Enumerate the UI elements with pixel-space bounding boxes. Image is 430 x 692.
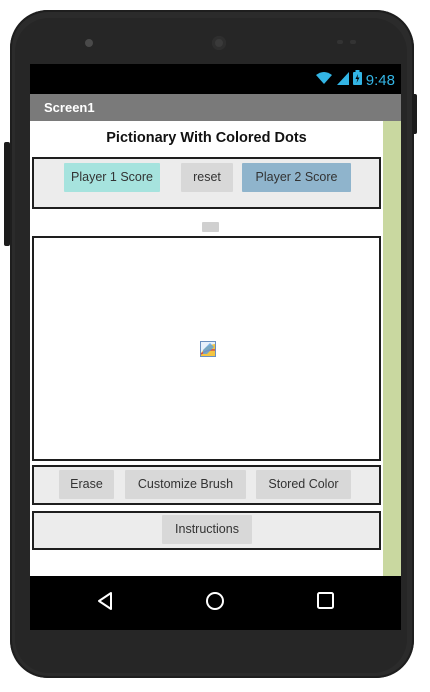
front-sensor-dot bbox=[85, 39, 93, 47]
canvas-image-icon bbox=[200, 341, 216, 357]
score-row: Player 1 Score reset Player 2 Score bbox=[32, 157, 381, 209]
home-icon[interactable] bbox=[205, 591, 225, 616]
navigation-bar bbox=[30, 576, 401, 630]
color-preview-canvas[interactable] bbox=[202, 222, 219, 232]
signal-icon bbox=[336, 71, 349, 90]
front-camera bbox=[212, 36, 226, 50]
back-icon[interactable] bbox=[96, 591, 114, 616]
stored-color-button[interactable]: Stored Color bbox=[256, 470, 351, 499]
recents-icon[interactable] bbox=[316, 591, 335, 615]
player1-score-button[interactable]: Player 1 Score bbox=[64, 163, 160, 192]
battery-icon bbox=[352, 70, 362, 90]
phone-side-button-right bbox=[412, 94, 417, 134]
instructions-row: Instructions bbox=[32, 511, 381, 550]
status-time: 9:48 bbox=[365, 71, 395, 89]
proximity-sensor bbox=[337, 40, 343, 44]
instructions-button[interactable]: Instructions bbox=[162, 515, 252, 544]
tool-row: Erase Customize Brush Stored Color bbox=[32, 465, 381, 505]
reset-button[interactable]: reset bbox=[181, 163, 233, 192]
light-sensor bbox=[350, 40, 356, 44]
app-title: Pictionary With Colored Dots bbox=[106, 130, 307, 146]
drawing-canvas[interactable] bbox=[32, 236, 381, 461]
erase-button[interactable]: Erase bbox=[59, 470, 114, 499]
customize-brush-button[interactable]: Customize Brush bbox=[125, 470, 246, 499]
phone-side-button-left bbox=[4, 142, 10, 246]
screen-title-bar: Screen1 bbox=[30, 94, 401, 121]
screen-right-bar bbox=[383, 121, 401, 576]
app-content: Pictionary With Colored Dots Player 1 Sc… bbox=[30, 121, 383, 576]
status-bar: 9:48 bbox=[30, 64, 401, 94]
device-screen: 9:48 Screen1 Pictionary With Colored Dot… bbox=[30, 64, 401, 576]
wifi-icon bbox=[315, 71, 333, 90]
screen-title: Screen1 bbox=[44, 100, 95, 115]
player2-score-button[interactable]: Player 2 Score bbox=[242, 163, 351, 192]
